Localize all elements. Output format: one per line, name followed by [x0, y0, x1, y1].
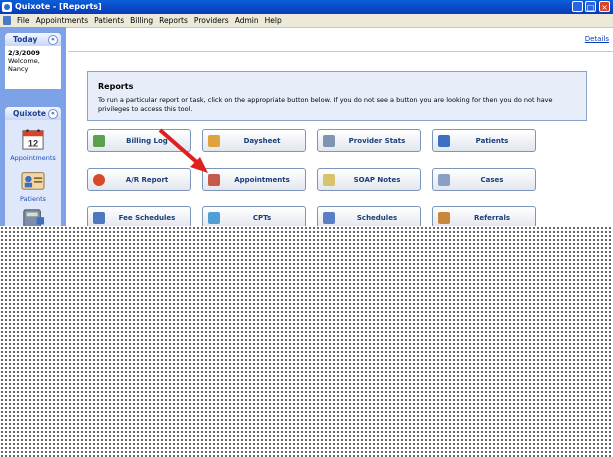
sidebar-item-patients[interactable]: Patients [5, 195, 61, 203]
notes-icon [323, 174, 335, 186]
quixote-panel: Quixote « 12 Appointments Patients [5, 107, 61, 237]
menu-appointments[interactable]: Appointments [36, 16, 89, 25]
menu-file[interactable]: File [17, 16, 30, 25]
schedules-icon [323, 212, 335, 224]
ledger-icon [93, 135, 105, 147]
menu-app-icon [3, 16, 11, 25]
button-label: Fee Schedules [118, 214, 176, 222]
provider-icon [323, 135, 335, 147]
sidebar-item-appointments[interactable]: Appointments [5, 154, 61, 162]
patient-card-icon[interactable] [20, 169, 46, 191]
cpt-icon [208, 212, 220, 224]
quixote-title: Quixote [13, 109, 46, 118]
quixote-panel-header[interactable]: Quixote « [5, 107, 61, 120]
details-link[interactable]: Details [585, 35, 609, 43]
menu-billing[interactable]: Billing [130, 16, 153, 25]
today-panel-header[interactable]: Today « [5, 33, 61, 46]
app-icon [2, 2, 12, 12]
title-bar: Quixote - [Reports] _ □ × [0, 0, 613, 14]
today-title: Today [13, 35, 38, 44]
button-label: Schedules [356, 214, 398, 222]
menu-bar: File Appointments Patients Billing Repor… [0, 14, 613, 28]
maximize-button[interactable]: □ [585, 1, 596, 12]
collapse-icon[interactable]: « [48, 109, 58, 119]
calendar-icon[interactable]: 12 [20, 128, 46, 150]
reports-info-box: Reports To run a particular report or ta… [87, 71, 587, 121]
button-label: Cases [480, 176, 504, 184]
menu-admin[interactable]: Admin [235, 16, 259, 25]
button-label: SOAP Notes [353, 176, 401, 184]
provider-stats-button[interactable]: Provider Stats [317, 129, 421, 152]
menu-reports[interactable]: Reports [159, 16, 188, 25]
menu-help[interactable]: Help [265, 16, 282, 25]
cases-button[interactable]: Cases [432, 168, 536, 191]
menu-providers[interactable]: Providers [194, 16, 229, 25]
cases-icon [438, 174, 450, 186]
button-label: Daysheet [243, 137, 281, 145]
today-panel: Today « 2/3/2009 Welcome, Nancy [5, 33, 61, 89]
calendar-day: 12 [28, 138, 38, 148]
fee-schedule-icon [93, 212, 105, 224]
button-label: CPTs [252, 214, 272, 222]
user-name: Nancy [8, 65, 29, 73]
reports-description: To run a particular report or task, clic… [98, 96, 553, 113]
patient-icon [438, 135, 450, 147]
button-label: Referrals [473, 214, 511, 222]
referrals-icon [438, 212, 450, 224]
welcome-text: Welcome, [8, 57, 40, 65]
today-date: 2/3/2009 [8, 49, 40, 57]
alarm-clock-icon [93, 174, 105, 186]
header-divider [68, 51, 613, 52]
sidebar: Today « 2/3/2009 Welcome, Nancy Quixote … [0, 27, 66, 237]
close-button[interactable]: × [599, 1, 610, 12]
annotation-arrow-icon [158, 128, 208, 173]
soap-notes-button[interactable]: SOAP Notes [317, 168, 421, 191]
window-title: Quixote - [Reports] [15, 2, 102, 11]
minimize-button[interactable]: _ [572, 1, 583, 12]
button-label: Patients [475, 137, 509, 145]
obscured-region [0, 226, 613, 457]
button-label: Provider Stats [348, 137, 406, 145]
patients-button[interactable]: Patients [432, 129, 536, 152]
reports-heading: Reports [98, 82, 134, 91]
collapse-icon[interactable]: « [48, 35, 58, 45]
menu-patients[interactable]: Patients [94, 16, 124, 25]
button-label: Appointments [234, 176, 290, 184]
